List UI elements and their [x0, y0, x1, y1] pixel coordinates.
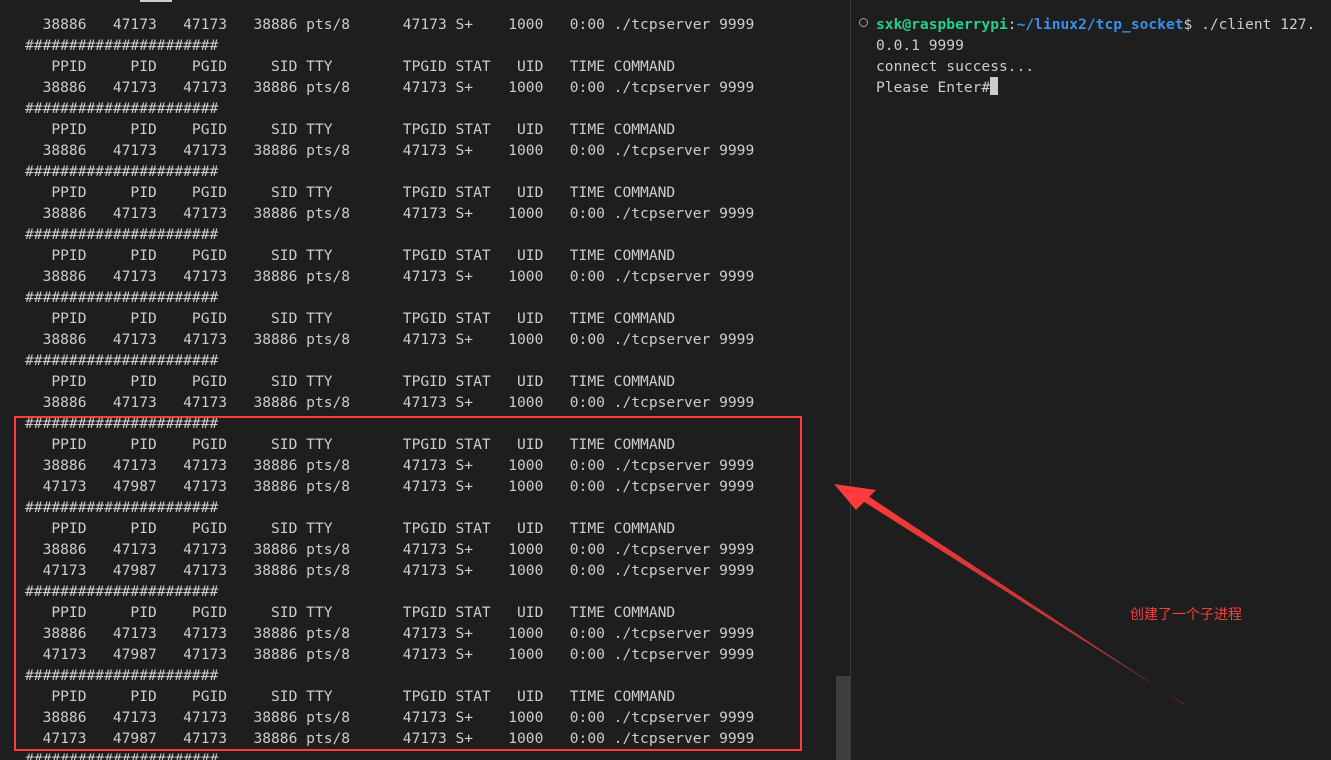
left-terminal-pane[interactable]: 38886 47173 47173 38886 pts/8 47173 S+ 1…: [0, 0, 850, 760]
ps-process-row: 38886 47173 47173 38886 pts/8 47173 S+ 1…: [25, 142, 755, 159]
separator-line: ######################: [25, 289, 219, 306]
separator-line: ######################: [25, 100, 219, 117]
ps-process-row: 47173 47987 47173 38886 pts/8 47173 S+ 1…: [25, 646, 755, 663]
ps-header-line: PPID PID PGID SID TTY TPGID STAT UID TIM…: [25, 436, 676, 453]
separator-line: ######################: [25, 499, 219, 516]
right-terminal-pane[interactable]: sxk@raspberrypi:~/linux2/tcp_socket$ ./c…: [851, 0, 1331, 760]
left-scrollbar-track[interactable]: [834, 0, 850, 760]
ps-header-line: PPID PID PGID SID TTY TPGID STAT UID TIM…: [25, 247, 676, 264]
text-cursor: [990, 77, 999, 95]
terminal-tab-indicator: [140, 0, 172, 2]
separator-line: ######################: [25, 352, 219, 369]
ps-header-line: PPID PID PGID SID TTY TPGID STAT UID TIM…: [25, 184, 676, 201]
ps-process-row: 47173 47987 47173 38886 pts/8 47173 S+ 1…: [25, 478, 755, 495]
left-scrollbar-thumb[interactable]: [836, 676, 850, 760]
client-output-connect: connect success...: [876, 58, 1035, 75]
separator-line: ######################: [25, 37, 219, 54]
ps-process-row: 38886 47173 47173 38886 pts/8 47173 S+ 1…: [25, 394, 755, 411]
command-status-circle-icon[interactable]: [859, 18, 868, 27]
separator-line: ######################: [25, 226, 219, 243]
prompt-user: sxk@raspberrypi: [876, 16, 1008, 33]
ps-header-line: PPID PID PGID SID TTY TPGID STAT UID TIM…: [25, 688, 676, 705]
ps-process-row: 38886 47173 47173 38886 pts/8 47173 S+ 1…: [25, 709, 755, 726]
ps-header-line: PPID PID PGID SID TTY TPGID STAT UID TIM…: [25, 604, 676, 621]
ps-header-line: PPID PID PGID SID TTY TPGID STAT UID TIM…: [25, 121, 676, 138]
prompt-command: $ ./client 127.: [1183, 16, 1316, 33]
prompt-separator: :: [1007, 16, 1017, 33]
client-input-line[interactable]: Please Enter#: [876, 77, 999, 98]
ps-process-row: 47173 47987 47173 38886 pts/8 47173 S+ 1…: [25, 730, 755, 747]
ps-process-row: 38886 47173 47173 38886 pts/8 47173 S+ 1…: [25, 457, 755, 474]
client-command-wrapped: 0.0.1 9999: [876, 37, 964, 54]
ps-process-row: 38886 47173 47173 38886 pts/8 47173 S+ 1…: [25, 79, 755, 96]
ps-process-row: 38886 47173 47173 38886 pts/8 47173 S+ 1…: [25, 16, 755, 33]
ps-process-row: 47173 47987 47173 38886 pts/8 47173 S+ 1…: [25, 562, 755, 579]
annotation-label: 创建了一个子进程: [1130, 607, 1242, 623]
ps-process-row: 38886 47173 47173 38886 pts/8 47173 S+ 1…: [25, 541, 755, 558]
ps-process-row: 38886 47173 47173 38886 pts/8 47173 S+ 1…: [25, 205, 755, 222]
separator-line: ######################: [25, 667, 219, 684]
client-command-line: sxk@raspberrypi:~/linux2/tcp_socket$ ./c…: [876, 14, 1315, 35]
ps-process-row: 38886 47173 47173 38886 pts/8 47173 S+ 1…: [25, 625, 755, 642]
ps-header-line: PPID PID PGID SID TTY TPGID STAT UID TIM…: [25, 310, 676, 327]
client-input-prompt: Please Enter#: [876, 79, 991, 96]
ps-process-row: 38886 47173 47173 38886 pts/8 47173 S+ 1…: [25, 331, 755, 348]
ps-header-line: PPID PID PGID SID TTY TPGID STAT UID TIM…: [25, 520, 676, 537]
prompt-path: ~/linux2/tcp_socket: [1016, 16, 1184, 33]
separator-line: ######################: [25, 415, 219, 432]
separator-line: ######################: [25, 751, 219, 760]
ps-process-row: 38886 47173 47173 38886 pts/8 47173 S+ 1…: [25, 268, 755, 285]
separator-line: ######################: [25, 583, 219, 600]
separator-line: ######################: [25, 163, 219, 180]
ps-header-line: PPID PID PGID SID TTY TPGID STAT UID TIM…: [25, 58, 676, 75]
ps-header-line: PPID PID PGID SID TTY TPGID STAT UID TIM…: [25, 373, 676, 390]
